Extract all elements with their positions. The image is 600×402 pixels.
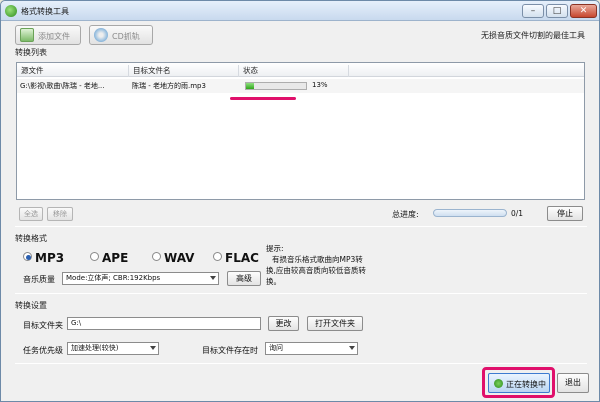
exit-button[interactable]: 退出 [557,373,589,393]
window-title: 格式转换工具 [21,7,69,16]
list-section-title: 转换列表 [15,48,47,57]
format-section-title: 转换格式 [15,234,47,243]
close-icon: ✕ [579,6,588,16]
open-folder-button[interactable]: 打开文件夹 [307,316,363,331]
divider [15,293,587,294]
chevron-down-icon [150,346,156,350]
divider [15,226,587,227]
radio-flac-label: FLAC [225,251,259,265]
target-folder-field[interactable]: G:\ [67,317,261,330]
quality-value: Mode:立体声; CBR:192Kbps [66,274,161,282]
radio-mp3-label: MP3 [35,251,65,265]
cd-rip-label: CD抓轨 [112,32,140,41]
minimize-icon: – [530,6,536,16]
radio-selected-icon [23,252,32,261]
priority-value: 加速处理(较快) [71,344,119,352]
column-status[interactable]: 状态 [239,65,349,77]
stop-button[interactable]: 停止 [547,206,583,221]
radio-wav[interactable]: WAV [152,251,194,265]
chevron-down-icon [210,276,216,280]
priority-dropdown[interactable]: 加速处理(较快) [67,342,159,355]
row-progress-text: 13% [312,81,328,89]
minimize-button[interactable]: – [522,4,544,18]
radio-mp3[interactable]: MP3 [23,251,64,265]
priority-label: 任务优先级 [23,346,63,355]
converter-window: 格式转换工具 – □ ✕ 添加文件 CD抓轨 无损音质文件切割的最佳工具 转换列… [0,0,600,402]
quality-dropdown[interactable]: Mode:立体声; CBR:192Kbps [62,272,219,285]
conversion-list[interactable]: 源文件 目标文件名 状态 G:\影视\歌曲\陈瑞 - 老地... 陈瑞 - 老地… [16,62,585,200]
table-row[interactable]: G:\影视\歌曲\陈瑞 - 老地... 陈瑞 - 老地方的雨.mp3 13% [17,79,584,93]
file-exists-dropdown[interactable]: 询问 [265,342,358,355]
app-tagline: 无损音质文件切割的最佳工具 [481,31,585,40]
radio-empty-icon [152,252,161,261]
row-source-file: G:\影视\歌曲\陈瑞 - 老地... [20,82,105,90]
maximize-button[interactable]: □ [546,4,568,18]
quality-label: 音乐质量 [23,275,55,284]
file-exists-label: 目标文件存在时 [202,346,258,355]
hint-body: 有损音乐格式歌曲向MP3转换,应由较高音质向较低音质转换。 [266,255,366,286]
total-progress-count: 0/1 [511,209,524,218]
radio-empty-icon [90,252,99,261]
settings-section-title: 转换设置 [15,301,47,310]
cd-rip-button[interactable]: CD抓轨 [89,25,153,45]
row-target-file: 陈瑞 - 老地方的雨.mp3 [132,82,206,90]
cd-disc-icon [94,28,108,42]
change-folder-button[interactable]: 更改 [268,316,299,331]
total-progress-label: 总进度: [392,210,419,219]
radio-empty-icon [213,252,222,261]
remove-button[interactable]: 移除 [47,207,73,221]
radio-ape[interactable]: APE [90,251,128,265]
title-bar[interactable]: 格式转换工具 – □ ✕ [1,1,599,21]
file-exists-value: 询问 [269,344,283,352]
column-target[interactable]: 目标文件名 [129,65,239,77]
hint-box: 提示: 有损音乐格式歌曲向MP3转换,应由较高音质向较低音质转换。 [266,243,366,287]
divider [15,363,587,364]
list-header: 源文件 目标文件名 状态 [17,63,584,77]
row-progress-fill [246,83,254,89]
hint-title: 提示: [266,244,284,253]
annotation-highlight-box [482,367,555,398]
add-file-label: 添加文件 [38,32,70,41]
add-file-icon [20,28,34,42]
chevron-down-icon [349,346,355,350]
annotation-underline [230,97,296,100]
column-source[interactable]: 源文件 [17,65,129,77]
target-folder-label: 目标文件夹 [23,321,63,330]
radio-flac[interactable]: FLAC [213,251,259,265]
row-progress-bar [245,82,307,90]
add-file-button[interactable]: 添加文件 [15,25,81,45]
radio-wav-label: WAV [164,251,195,265]
select-all-button[interactable]: 全选 [19,207,43,221]
close-button[interactable]: ✕ [570,4,597,18]
radio-ape-label: APE [102,251,129,265]
maximize-icon: □ [552,6,562,16]
total-progress-bar [433,209,507,217]
advanced-button[interactable]: 高级 [227,271,261,286]
app-logo-icon [5,5,17,17]
